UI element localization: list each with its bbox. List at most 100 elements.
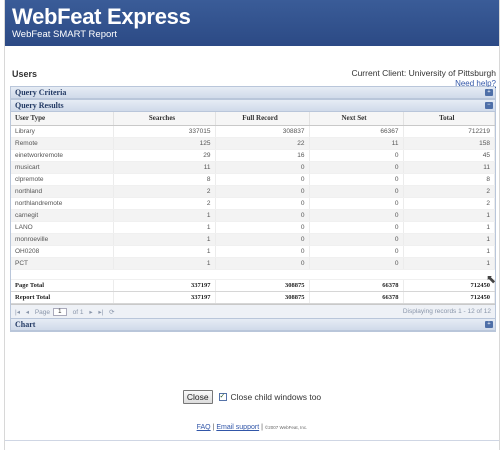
records-display-text: Displaying records 1 - 12 of 12	[402, 307, 491, 315]
cell-next-set: 0	[309, 149, 404, 162]
cell-user-type: PCT	[11, 257, 114, 270]
cell-next-set: 0	[309, 257, 404, 270]
table-row[interactable]: musicart 11 0 0 11	[11, 161, 495, 174]
cell-total: 1	[403, 233, 495, 246]
query-criteria-title: Query Criteria	[15, 88, 67, 97]
mouse-pointer-icon: ⬉	[486, 272, 497, 286]
faq-link[interactable]: FAQ	[197, 424, 211, 431]
cell-total: 712219	[403, 125, 495, 138]
cell-total: 45	[403, 149, 495, 162]
table-row[interactable]: OH0208 1 0 0 1	[11, 245, 495, 258]
expand-icon[interactable]: +	[485, 89, 493, 96]
cell-searches: 1	[113, 221, 216, 234]
email-support-link[interactable]: Email support	[216, 424, 259, 431]
query-results-panel: Query Results − User Type Searches Full …	[10, 100, 496, 319]
cell-total: 2	[403, 185, 495, 198]
column-header-full-record[interactable]: Full Record	[215, 112, 310, 126]
page-number-input[interactable]: 1	[52, 307, 67, 316]
expand-icon[interactable]: +	[485, 320, 493, 328]
table-row[interactable]: Remote 125 22 11 158	[11, 137, 495, 150]
cell-user-type: musicart	[11, 161, 114, 174]
cell-total: 2	[403, 197, 495, 210]
close-child-windows-checkbox[interactable]	[218, 392, 227, 401]
column-header-searches[interactable]: Searches	[113, 112, 216, 126]
cell-full-record: 16	[215, 149, 310, 162]
cell-full-record: 0	[215, 245, 310, 258]
cell-searches: 337015	[113, 125, 216, 138]
cell-total: 1	[403, 209, 495, 222]
cell-searches: 2	[113, 185, 216, 198]
close-child-windows-label[interactable]: Close child windows too	[230, 392, 321, 402]
report-total-next-set: 66378	[309, 291, 404, 304]
cell-full-record: 308837	[215, 125, 310, 138]
cell-user-type: carnegit	[11, 209, 114, 222]
cell-next-set: 0	[309, 173, 404, 186]
table-row[interactable]: einetworkremote 29 16 0 45	[11, 149, 495, 162]
cell-total: 158	[403, 137, 495, 150]
table-row[interactable]: LANO 1 0 0 1	[11, 221, 495, 234]
cell-user-type: clpremote	[11, 173, 114, 186]
pagination-toolbar: |◂ ◂ Page 1 of 1 ▸ ▸| ⟳ Displaying recor…	[11, 303, 495, 318]
page-total-searches: 337197	[113, 279, 216, 292]
column-header-total[interactable]: Total	[403, 112, 495, 126]
collapse-icon[interactable]: −	[485, 102, 493, 109]
table-row[interactable]: PCT 1 0 0 1	[11, 257, 495, 270]
table-spacer	[11, 268, 495, 280]
cell-user-type: OH0208	[11, 245, 114, 258]
cell-user-type: Remote	[11, 137, 114, 150]
query-results-title: Query Results	[15, 101, 64, 110]
cell-searches: 1	[113, 233, 216, 246]
cell-full-record: 0	[215, 161, 310, 174]
query-results-header[interactable]: Query Results −	[11, 100, 495, 112]
first-page-icon[interactable]: |◂	[15, 309, 20, 316]
cell-searches: 11	[113, 161, 216, 174]
cell-total: 1	[403, 221, 495, 234]
cell-searches: 1	[113, 257, 216, 270]
footer-separator: |	[261, 424, 263, 431]
cell-next-set: 0	[309, 161, 404, 174]
pagination-nav: |◂ ◂ Page 1 of 1 ▸ ▸| ⟳	[15, 307, 119, 316]
chart-header[interactable]: Chart +	[11, 318, 495, 331]
chart-title: Chart	[15, 319, 36, 329]
cell-next-set: 0	[309, 185, 404, 198]
app-title: WebFeat Express	[12, 4, 191, 29]
table-row[interactable]: monroeville 1 0 0 1	[11, 233, 495, 246]
column-header-user-type[interactable]: User Type	[11, 112, 114, 126]
cell-user-type: monroeville	[11, 233, 114, 246]
next-page-icon[interactable]: ▸	[89, 309, 92, 316]
column-header-next-set[interactable]: Next Set	[309, 112, 404, 126]
query-criteria-panel: Query Criteria +	[10, 86, 496, 100]
table-row[interactable]: northland 2 0 0 2	[11, 185, 495, 198]
table-row[interactable]: clpremote 8 0 0 8	[11, 173, 495, 186]
prev-page-icon[interactable]: ◂	[26, 309, 29, 316]
page-footer: FAQ | Email support | ©2007 WebFeat, Inc…	[5, 424, 499, 431]
bottom-divider	[5, 440, 499, 441]
cell-searches: 125	[113, 137, 216, 150]
page-total-total: 712450	[403, 279, 495, 292]
cell-next-set: 11	[309, 137, 404, 150]
report-total-label: Report Total	[11, 291, 114, 304]
footer-separator: |	[212, 424, 215, 431]
cell-user-type: Library	[11, 125, 114, 138]
page-title: Users	[12, 69, 38, 79]
cell-next-set: 0	[309, 209, 404, 222]
table-row[interactable]: Library 337015 308837 66367 712219	[11, 125, 495, 138]
close-button[interactable]: Close	[182, 390, 213, 404]
cell-next-set: 66367	[309, 125, 404, 138]
cell-searches: 8	[113, 173, 216, 186]
query-criteria-header[interactable]: Query Criteria +	[11, 87, 495, 99]
app-header: WebFeat Express WebFeat SMART Report	[5, 0, 499, 46]
cell-searches: 1	[113, 245, 216, 258]
chart-panel: Chart +	[10, 318, 496, 332]
table-header-row: User Type Searches Full Record Next Set …	[11, 112, 495, 126]
table-row[interactable]: carnegit 1 0 0 1	[11, 209, 495, 222]
current-client: Current Client: University of Pittsburgh	[351, 68, 496, 78]
cell-searches: 2	[113, 197, 216, 210]
last-page-icon[interactable]: ▸|	[98, 309, 103, 316]
cell-full-record: 0	[215, 257, 310, 270]
table-row[interactable]: northlandremote 2 0 0 2	[11, 197, 495, 210]
refresh-icon[interactable]: ⟳	[109, 309, 114, 316]
cell-full-record: 0	[215, 173, 310, 186]
cell-user-type: northland	[11, 185, 114, 198]
cell-total: 1	[403, 257, 495, 270]
